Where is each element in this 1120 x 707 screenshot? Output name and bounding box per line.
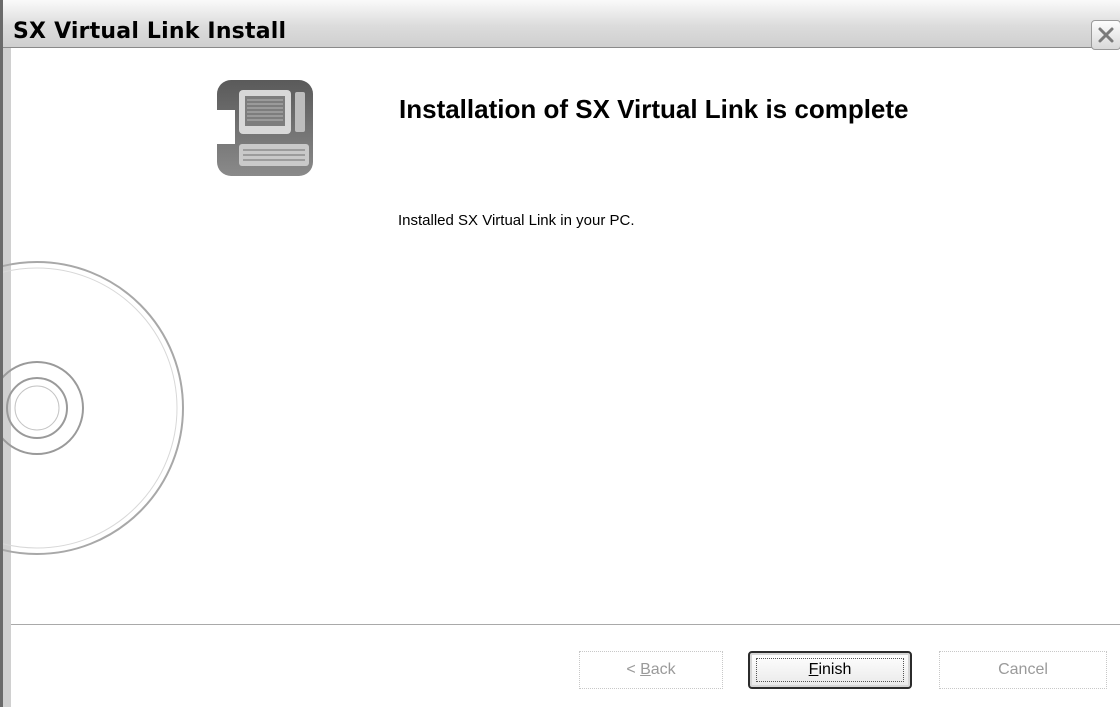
back-button-accelerator: B: [640, 661, 651, 678]
title-bar[interactable]: SX Virtual Link Install: [3, 0, 1120, 50]
focus-rectangle: [756, 658, 904, 682]
cancel-button[interactable]: Cancel: [939, 651, 1107, 689]
computer-icon: [217, 80, 313, 176]
back-button[interactable]: < Back: [579, 651, 723, 689]
window-title: SX Virtual Link Install: [13, 19, 287, 44]
close-icon: [1098, 27, 1114, 43]
footer-divider: [11, 624, 1120, 626]
back-button-label: ack: [650, 661, 676, 678]
cancel-button-label: Cancel: [998, 661, 1048, 678]
page-title: Installation of SX Virtual Link is compl…: [399, 94, 909, 124]
cd-disc-icon: [3, 261, 184, 555]
back-button-prefix: <: [626, 661, 641, 678]
installer-window: SX Virtual Link Install Installation of …: [0, 0, 1120, 707]
finish-button[interactable]: Finish: [748, 651, 912, 689]
status-message: Installed SX Virtual Link in your PC.: [398, 212, 635, 229]
close-button[interactable]: [1091, 20, 1120, 50]
